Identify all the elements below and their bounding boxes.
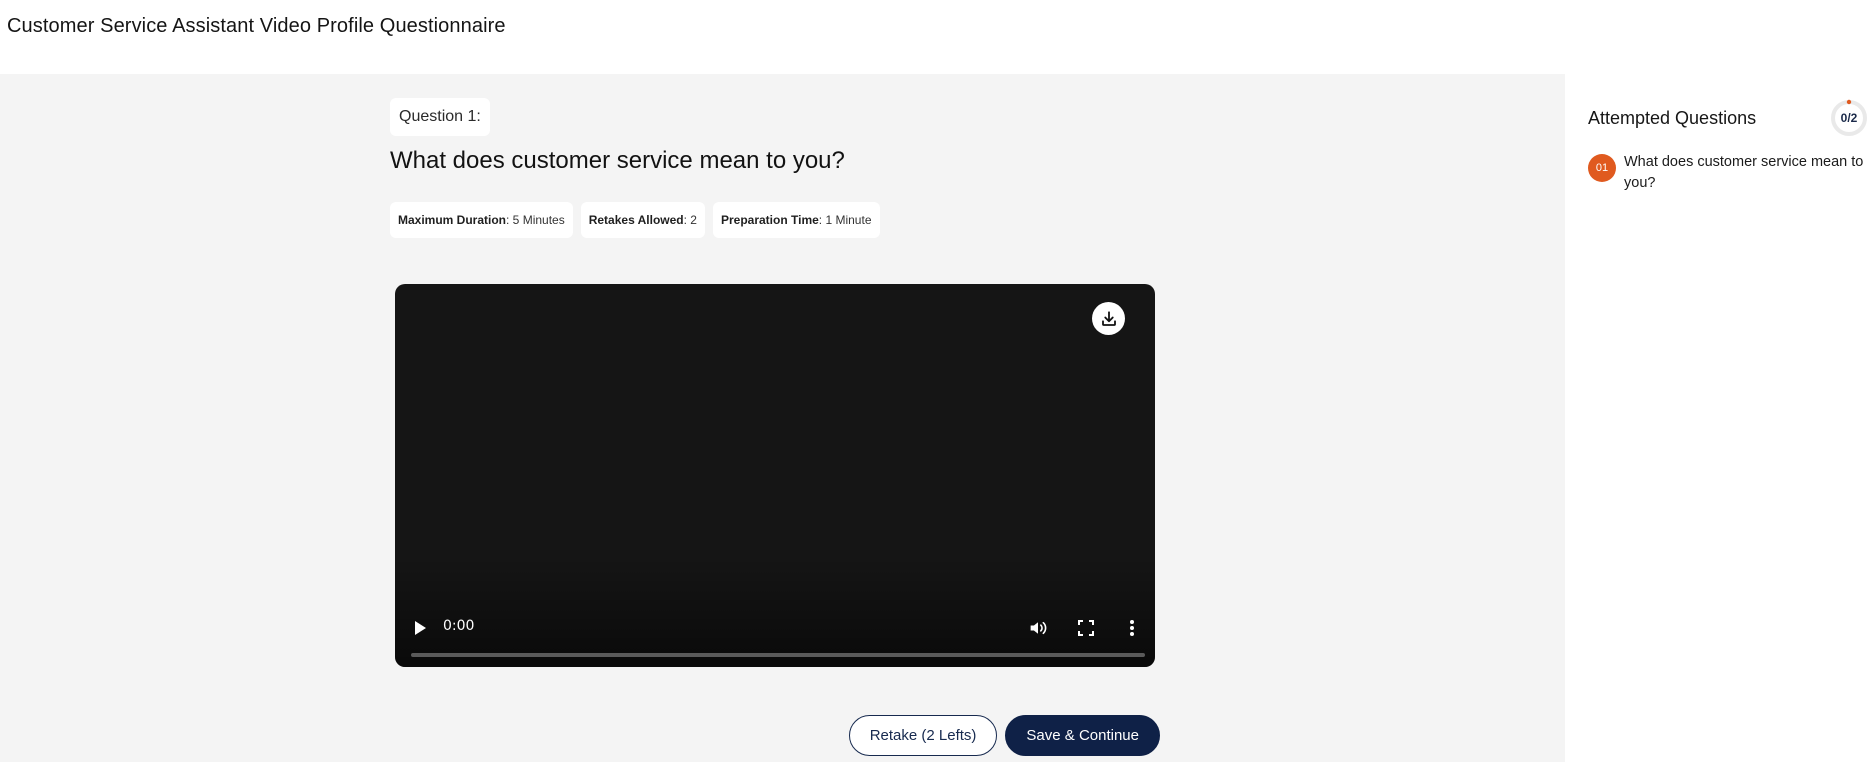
page-title: Customer Service Assistant Video Profile… bbox=[7, 15, 506, 37]
attempted-progress-label: 0/2 bbox=[1840, 111, 1858, 125]
fullscreen-button[interactable] bbox=[1075, 617, 1097, 639]
attempted-progress-ring: 0/2 bbox=[1830, 99, 1868, 137]
save-continue-button[interactable]: Save & Continue bbox=[1005, 715, 1160, 756]
download-button[interactable] bbox=[1092, 302, 1125, 335]
volume-icon bbox=[1030, 621, 1047, 635]
retakes-allowed-label: Retakes Allowed bbox=[588, 213, 684, 227]
retakes-allowed-chip: Retakes Allowed: 2 bbox=[580, 202, 705, 238]
preparation-time-chip: Preparation Time: 1 Minute bbox=[712, 202, 880, 238]
question-meta-row: Maximum Duration: 5 Minutes Retakes Allo… bbox=[390, 202, 880, 238]
volume-button[interactable] bbox=[1027, 617, 1049, 639]
question-number-badge: 01 bbox=[1588, 154, 1616, 182]
attempted-question-label: What does customer service mean to you? bbox=[1624, 154, 1864, 191]
question-number-tag: Question 1: bbox=[390, 98, 490, 136]
main-content: Question 1: What does customer service m… bbox=[0, 74, 1565, 762]
attempted-questions-title: Attempted Questions bbox=[1588, 108, 1757, 128]
retake-button[interactable]: Retake (2 Lefts) bbox=[848, 715, 998, 756]
video-controls: 0:00 bbox=[395, 597, 1155, 667]
preparation-time-value: : 1 Minute bbox=[818, 213, 872, 227]
max-duration-label: Maximum Duration bbox=[398, 213, 507, 227]
play-icon bbox=[415, 621, 426, 635]
retakes-allowed-value: : 2 bbox=[683, 213, 697, 227]
max-duration-chip: Maximum Duration: 5 Minutes bbox=[390, 202, 573, 238]
top-bar: Customer Service Assistant Video Profile… bbox=[0, 0, 1872, 74]
attempted-questions-panel: Attempted Questions 0/2 01 What does cus… bbox=[1565, 74, 1872, 762]
video-player[interactable]: 0:00 bbox=[395, 284, 1155, 667]
action-buttons: Retake (2 Lefts) Save & Continue bbox=[848, 715, 1160, 756]
play-button[interactable] bbox=[409, 617, 431, 639]
attempted-question-item[interactable]: 01 What does customer service mean to yo… bbox=[1588, 152, 1868, 194]
max-duration-value: : 5 Minutes bbox=[506, 213, 565, 227]
video-current-time: 0:00 bbox=[443, 618, 475, 634]
download-icon bbox=[1101, 310, 1116, 326]
more-vertical-icon bbox=[1130, 620, 1134, 636]
more-options-button[interactable] bbox=[1121, 617, 1143, 639]
question-text: What does customer service mean to you? bbox=[390, 147, 845, 174]
video-progress-bar[interactable] bbox=[411, 653, 1145, 657]
preparation-time-label: Preparation Time bbox=[720, 213, 819, 227]
fullscreen-icon bbox=[1078, 620, 1094, 636]
